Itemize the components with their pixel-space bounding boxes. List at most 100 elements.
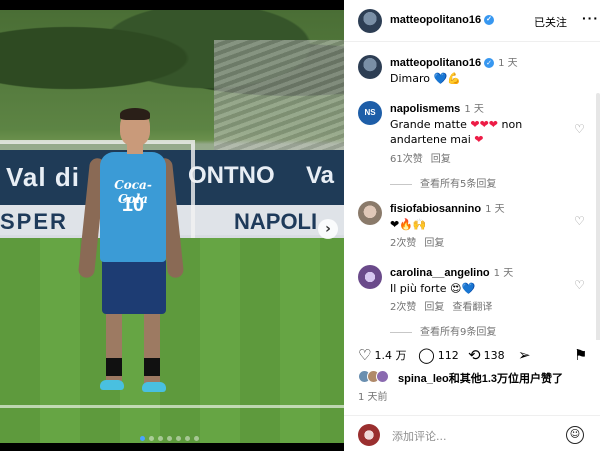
- comment-meta: 61次赞 回复: [390, 150, 459, 165]
- carousel-indicator: [140, 436, 199, 441]
- player-jersey: Coca-Cola 10: [100, 152, 166, 262]
- like-comment-heart-icon[interactable]: ♡: [574, 279, 586, 291]
- post-timestamp[interactable]: 1 天前: [358, 388, 388, 403]
- caption-username[interactable]: matteopolitano16: [390, 57, 481, 69]
- board-text-right: Va: [306, 162, 335, 189]
- translate-link[interactable]: 查看翻译: [452, 302, 492, 313]
- comment-bubble-icon: ◯: [418, 346, 435, 364]
- add-comment-input[interactable]: 添加评论...: [392, 428, 447, 444]
- likes-summary[interactable]: spina_leo和其他1.3万位用户赞了: [358, 368, 598, 386]
- player-boot-left: [100, 380, 124, 390]
- carousel-dot: [167, 436, 172, 441]
- add-comment-row: 添加评论... ☺: [344, 415, 600, 451]
- comment-body: fisiofabiosannino 1 天 ❤🔥🙌: [390, 201, 580, 232]
- commenter-avatar[interactable]: [358, 265, 382, 289]
- emoji-picker-icon[interactable]: ☺: [566, 426, 584, 444]
- comment-time: 1 天: [493, 268, 514, 279]
- post-side-panel: matteopolitano16 ✓ 已关注 ··· matteopolitano…: [344, 0, 600, 451]
- reply-button[interactable]: 回复: [431, 154, 451, 165]
- comments-scroll-area[interactable]: matteopolitano16 ✓ 1 天 Dimaro 💙💪 NS napoli…: [344, 43, 600, 340]
- pitch-line: [0, 405, 344, 408]
- save-button[interactable]: ⚑: [574, 346, 587, 364]
- following-button[interactable]: 已关注: [534, 14, 567, 30]
- comment-likes[interactable]: 2次赞: [390, 302, 416, 313]
- comment-likes[interactable]: 61次赞: [390, 154, 423, 165]
- share-button[interactable]: ➢: [518, 346, 531, 364]
- reply-button[interactable]: 回复: [424, 238, 444, 249]
- comment-username[interactable]: fisiofabiosannino: [390, 203, 481, 215]
- comment-username[interactable]: carolina__angelino: [390, 267, 490, 279]
- comment-count: 112: [437, 348, 459, 362]
- view-replies-link[interactable]: 查看所有5条回复: [390, 175, 496, 190]
- like-comment-heart-icon[interactable]: ♡: [574, 123, 586, 135]
- caption-text: Dimaro: [390, 72, 430, 85]
- caption-author-avatar[interactable]: [358, 55, 382, 79]
- comment-time: 1 天: [485, 204, 505, 215]
- player-sock-left: [106, 358, 122, 376]
- comment-button[interactable]: ◯ 112: [418, 346, 459, 364]
- player-shorts: [102, 258, 166, 314]
- liker-avatar: [376, 370, 389, 383]
- comment-time: 1 天: [464, 104, 484, 115]
- like-count: 1.4 万: [374, 349, 407, 362]
- board2-text-right: NAPOLI: [234, 209, 318, 234]
- author-avatar[interactable]: [358, 9, 382, 33]
- share-count: 138: [483, 348, 505, 362]
- player-hair: [120, 108, 150, 120]
- player-boot-right: [142, 382, 166, 392]
- commenter-avatar[interactable]: [358, 201, 382, 225]
- comment-body: carolina__angelino 1 天 Il più forte 😍💙: [390, 265, 580, 296]
- repost-button[interactable]: ⟲ 138: [468, 346, 505, 364]
- heart-emoji: ❤❤❤: [470, 118, 499, 131]
- bookmark-icon: ⚑: [574, 346, 588, 364]
- board-text-mid: ONTNO: [188, 162, 275, 189]
- reply-button[interactable]: 回复: [424, 302, 444, 313]
- comment-username[interactable]: napolismems: [390, 103, 460, 115]
- carousel-next-button[interactable]: ›: [318, 219, 338, 239]
- comment-text: ❤🔥🙌: [390, 218, 427, 231]
- player-figure: Coca-Cola 10: [77, 108, 185, 400]
- verified-badge-icon: ✓: [484, 58, 495, 68]
- comment-emoji: 😍💙: [450, 282, 476, 295]
- like-button[interactable]: ♡ 1.4 万: [358, 346, 406, 364]
- author-username: matteopolitano16: [390, 14, 482, 26]
- like-comment-heart-icon[interactable]: ♡: [574, 215, 586, 227]
- commenter-avatar[interactable]: NS: [358, 101, 382, 125]
- post-header: matteopolitano16 ✓ 已关注 ···: [344, 0, 600, 42]
- more-options-icon[interactable]: ···: [582, 10, 599, 26]
- carousel-dot: [140, 436, 145, 441]
- jersey-number: 10: [121, 194, 145, 216]
- verified-badge-icon: ✓: [484, 15, 495, 26]
- caption-emoji: 💙💪: [433, 72, 461, 85]
- carousel-dot: [158, 436, 163, 441]
- carousel-dot: [149, 436, 154, 441]
- post-image[interactable]: Val di Sole ONTNO Va SPER NAPOLI Coca-Co…: [0, 10, 344, 443]
- repost-icon: ⟲: [468, 346, 481, 364]
- view-replies-link[interactable]: 查看所有9条回复: [390, 323, 496, 338]
- comment-item: carolina__angelino 1 天 Il più forte 😍💙 2次…: [358, 265, 594, 313]
- comment-likes[interactable]: 2次赞: [390, 238, 416, 249]
- post-actions-bar: ♡ 1.4 万 ◯ 112 ⟲ 138 ➢ ⚑: [344, 340, 600, 368]
- send-plane-icon: ➢: [518, 346, 531, 364]
- current-user-avatar: [358, 424, 380, 446]
- comment-text: Il più forte: [390, 282, 447, 295]
- comment-meta: 2次赞 回复 查看翻译: [390, 298, 500, 313]
- liker-username[interactable]: spina_leo: [398, 373, 449, 385]
- background-stands: [214, 40, 344, 150]
- likes-text: spina_leo和其他1.3万位用户赞了: [398, 370, 563, 386]
- carousel-dot: [176, 436, 181, 441]
- author-username-link[interactable]: matteopolitano16 ✓: [390, 14, 495, 26]
- carousel-dot: [185, 436, 190, 441]
- comment-text: Grande matte: [390, 118, 467, 131]
- comment-meta: 2次赞 回复: [390, 234, 452, 249]
- player-sock-right: [144, 358, 160, 376]
- caption-time: 1 天: [498, 58, 518, 69]
- comment-body: napolismems 1 天 Grande matte ❤❤❤ non anda…: [390, 101, 580, 147]
- comment-item: fisiofabiosannino 1 天 ❤🔥🙌 2次赞 回复: [358, 201, 594, 249]
- carousel-dot: [194, 436, 199, 441]
- heart-icon: ♡: [358, 346, 372, 364]
- post-photo-carousel[interactable]: Val di Sole ONTNO Va SPER NAPOLI Coca-Co…: [0, 0, 344, 451]
- likes-count-text[interactable]: 和其他1.3万位用户赞了: [449, 373, 563, 385]
- comment-item: NS napolismems 1 天 Grande matte ❤❤❤ non a…: [358, 101, 594, 171]
- comments-scrollbar[interactable]: [596, 93, 600, 340]
